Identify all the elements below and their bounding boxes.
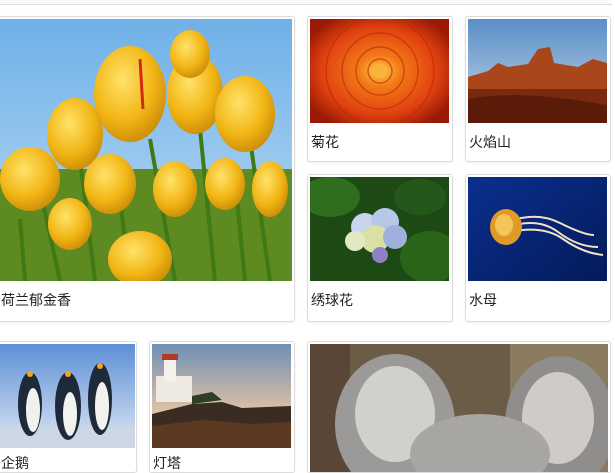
- top-divider: [0, 0, 612, 5]
- penguins-photo: [0, 344, 135, 448]
- gallery-card-jellyfish[interactable]: 水母: [465, 174, 611, 322]
- gallery-card-tulips[interactable]: 荷兰郁金香: [0, 16, 295, 322]
- gallery-card-lighthouse[interactable]: 灯塔: [149, 341, 295, 473]
- gallery-caption: 荷兰郁金香: [1, 293, 71, 309]
- gallery-caption: 企鹅: [1, 456, 29, 472]
- hydrangeas-photo: [310, 177, 449, 281]
- gallery-card-koala[interactable]: [307, 341, 611, 473]
- desert-photo: [468, 19, 607, 123]
- gallery-card-desert[interactable]: 火焰山: [465, 16, 611, 162]
- gallery-card-chrysanthemum[interactable]: 菊花: [307, 16, 453, 162]
- gallery-caption: 灯塔: [153, 456, 181, 472]
- gallery-caption: 水母: [469, 293, 497, 309]
- lighthouse-photo: [152, 344, 291, 448]
- gallery-caption: 菊花: [311, 135, 339, 151]
- tulips-photo: [0, 19, 292, 281]
- gallery-caption: 火焰山: [469, 135, 511, 151]
- koala-photo: [310, 344, 608, 472]
- chrysanthemum-photo: [310, 19, 449, 123]
- gallery-caption: 绣球花: [311, 293, 353, 309]
- gallery-card-hydrangeas[interactable]: 绣球花: [307, 174, 453, 322]
- jellyfish-photo: [468, 177, 607, 281]
- gallery-card-penguins[interactable]: 企鹅: [0, 341, 137, 473]
